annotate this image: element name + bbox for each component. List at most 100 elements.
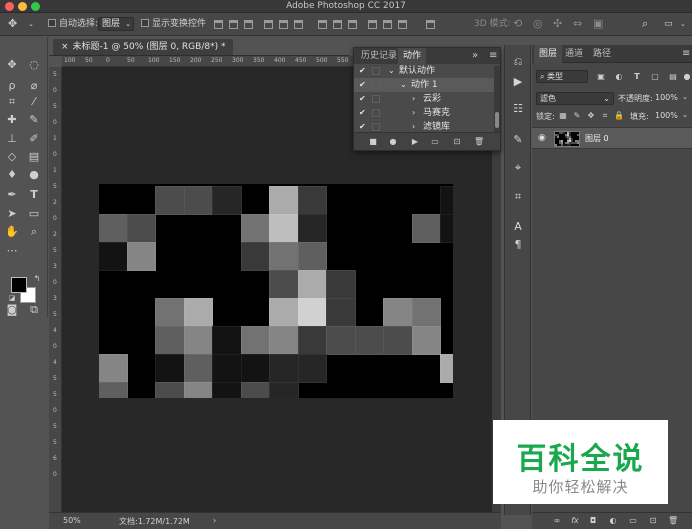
path-select-tool-icon[interactable]: ➤: [5, 207, 19, 221]
actions-panel-icon[interactable]: ▶: [511, 75, 525, 89]
action-dialog-toggle[interactable]: [372, 81, 380, 89]
move-tool-icon[interactable]: ✥: [5, 58, 19, 72]
distribute-hcenter-icon[interactable]: [383, 20, 392, 29]
paragraph-panel-icon[interactable]: ¶: [511, 238, 525, 252]
panel-menu-icon[interactable]: ≡: [489, 50, 497, 61]
lock-image-icon[interactable]: ✎: [572, 111, 582, 121]
close-tab-icon[interactable]: ×: [61, 42, 69, 52]
align-left-icon[interactable]: [264, 20, 273, 29]
action-row[interactable]: ✔ ⌄ 动作 1: [354, 78, 494, 92]
new-action-icon[interactable]: ⊡: [452, 137, 462, 147]
workspace-chevron-icon[interactable]: ⌄: [680, 17, 686, 31]
crop-tool-icon[interactable]: ⌗: [5, 95, 19, 109]
align-hcenter-icon[interactable]: [279, 20, 288, 29]
more-tools-icon[interactable]: ⋯: [5, 244, 19, 258]
distribute-bottom-icon[interactable]: [348, 20, 357, 29]
link-layers-icon[interactable]: ∞: [552, 516, 562, 526]
actions-scrollbar[interactable]: [494, 66, 500, 132]
hand-tool-icon[interactable]: ✋: [5, 225, 19, 239]
filter-type-icon[interactable]: T: [632, 72, 642, 82]
show-transform-checkbox[interactable]: 显示变换控件: [141, 17, 206, 31]
chevron-down-icon[interactable]: ⌄: [28, 17, 34, 31]
lock-all-icon[interactable]: 🔒: [614, 111, 624, 121]
eraser-tool-icon[interactable]: ◇: [5, 150, 19, 164]
filter-pixel-icon[interactable]: ▣: [596, 72, 606, 82]
document-tab[interactable]: × 未标题-1 @ 50% (图层 0, RGB/8*) *: [53, 39, 234, 55]
rectangle-tool-icon[interactable]: ▭: [27, 207, 41, 221]
brush-tool-icon[interactable]: ✎: [27, 113, 41, 127]
character-panel-icon[interactable]: A: [511, 220, 525, 234]
brush-panel-icon[interactable]: ✎: [511, 133, 525, 147]
blur-tool-icon[interactable]: ♦: [5, 168, 19, 182]
clone-source-panel-icon[interactable]: ⌖: [511, 161, 525, 175]
opacity-chevron-icon[interactable]: ⌄: [682, 93, 688, 101]
document-canvas[interactable]: [99, 184, 453, 398]
distribute-left-icon[interactable]: [368, 20, 377, 29]
dodge-tool-icon[interactable]: ●: [27, 168, 41, 182]
filter-kind-dropdown[interactable]: ⌕ 类型: [536, 70, 588, 83]
filter-smart-icon[interactable]: ▤: [668, 72, 678, 82]
play-icon[interactable]: ▶: [410, 137, 420, 147]
new-layer-icon[interactable]: ⊡: [648, 516, 658, 526]
auto-select-checkbox[interactable]: 自动选择:: [48, 17, 98, 31]
auto-align-icon[interactable]: [426, 20, 435, 29]
3d-pan-icon[interactable]: ✣: [553, 17, 562, 31]
auto-select-dropdown[interactable]: 图层 ⌄: [98, 17, 134, 31]
action-check-icon[interactable]: ✔: [359, 78, 366, 92]
action-check-icon[interactable]: ✔: [359, 92, 366, 106]
history-panel-icon[interactable]: ⎌: [511, 55, 525, 69]
screen-mode-icon[interactable]: ⧉: [27, 303, 41, 317]
align-right-icon[interactable]: [294, 20, 303, 29]
distribute-vcenter-icon[interactable]: [333, 20, 342, 29]
crop-panel-icon[interactable]: ⌗: [511, 190, 525, 204]
distribute-top-icon[interactable]: [318, 20, 327, 29]
clone-stamp-tool-icon[interactable]: ⊥: [5, 132, 19, 146]
healing-brush-tool-icon[interactable]: ✚: [5, 113, 19, 127]
swap-colors-icon[interactable]: ↰: [30, 272, 44, 286]
action-row[interactable]: ✔ › 马赛克: [354, 106, 494, 120]
tab-paths[interactable]: 路径: [588, 45, 616, 63]
delete-layer-icon[interactable]: 🗑: [668, 516, 678, 526]
tab-layers[interactable]: 图层: [534, 45, 563, 63]
tab-actions[interactable]: 动作: [398, 48, 427, 64]
quick-mask-icon[interactable]: ◙: [5, 303, 19, 317]
zoom-level[interactable]: 50%: [63, 516, 81, 525]
zoom-tool-icon[interactable]: ⌕: [27, 225, 41, 239]
move-tool-icon[interactable]: ✥: [8, 17, 17, 31]
gradient-tool-icon[interactable]: ▤: [27, 150, 41, 164]
opacity-value[interactable]: 100%: [655, 93, 678, 102]
properties-panel-icon[interactable]: ☷: [511, 102, 525, 116]
layer-row[interactable]: ◉ 图层 0: [532, 127, 692, 149]
record-icon[interactable]: ●: [388, 137, 398, 147]
filter-toggle-icon[interactable]: ●: [682, 72, 692, 82]
distribute-right-icon[interactable]: [398, 20, 407, 29]
action-dialog-toggle[interactable]: [372, 109, 380, 117]
search-icon[interactable]: ⌕: [642, 17, 648, 31]
history-brush-tool-icon[interactable]: ✐: [27, 132, 41, 146]
3d-roll-icon[interactable]: ◎: [533, 17, 543, 31]
workspace-icon[interactable]: ▭: [664, 17, 673, 31]
tab-channels[interactable]: 通道: [560, 45, 588, 63]
action-check-icon[interactable]: ✔: [359, 64, 366, 78]
lock-artboard-icon[interactable]: ⌗: [600, 111, 610, 121]
fill-value[interactable]: 100%: [655, 111, 678, 120]
chevron-right-icon[interactable]: ›: [412, 92, 415, 106]
pen-tool-icon[interactable]: ✒: [5, 188, 19, 202]
new-set-icon[interactable]: ▭: [430, 137, 440, 147]
3d-slide-icon[interactable]: ⇔: [573, 17, 582, 31]
filter-shape-icon[interactable]: ▢: [650, 72, 660, 82]
layers-menu-icon[interactable]: ≡: [682, 48, 690, 59]
type-tool-icon[interactable]: T: [27, 188, 41, 202]
lasso-tool-icon[interactable]: ρ: [5, 79, 19, 93]
tab-history[interactable]: 历史记录: [356, 48, 402, 64]
chevron-down-icon[interactable]: ⌄: [400, 78, 407, 92]
blend-mode-dropdown[interactable]: 滤色 ⌄: [536, 92, 614, 105]
3d-rotate-icon[interactable]: ⟲: [513, 17, 522, 31]
action-check-icon[interactable]: ✔: [359, 106, 366, 120]
layer-name[interactable]: 图层 0: [585, 133, 609, 144]
add-mask-icon[interactable]: ◘: [588, 516, 598, 526]
3d-scale-icon[interactable]: ▣: [593, 17, 603, 31]
stop-icon[interactable]: ■: [368, 137, 378, 147]
lock-position-icon[interactable]: ✥: [586, 111, 596, 121]
action-dialog-toggle[interactable]: [372, 67, 380, 75]
